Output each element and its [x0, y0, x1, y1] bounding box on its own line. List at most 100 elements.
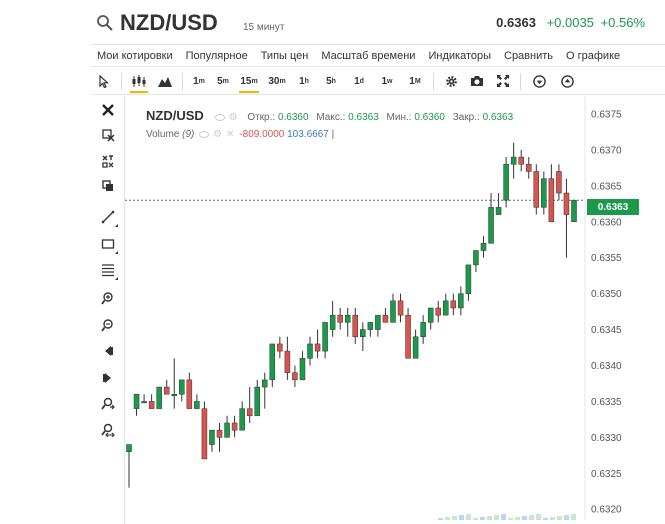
volume-bars — [438, 514, 576, 520]
volume-bar — [550, 517, 555, 520]
candle-body — [525, 164, 532, 172]
candle-body — [435, 307, 441, 316]
candle-body — [329, 314, 336, 330]
volume-positive-value: 103.6667 — [287, 129, 329, 140]
price-tick-label: 0.6365 — [591, 181, 622, 192]
close-icon[interactable]: ✕ — [226, 129, 234, 140]
candle-body — [450, 300, 457, 309]
candle-body — [322, 322, 328, 352]
candle-body — [201, 408, 208, 460]
candle-body — [179, 379, 185, 395]
candle-body — [352, 314, 359, 337]
volume-bar — [529, 515, 534, 520]
candle-body — [518, 156, 524, 165]
legend-high-value: 0.6363 — [348, 112, 379, 123]
candle-body — [405, 314, 411, 359]
candle-body — [156, 386, 162, 409]
candle-body — [510, 156, 517, 165]
price-tick-label: 0.6370 — [591, 145, 622, 156]
candle-body — [563, 192, 570, 215]
gear-icon[interactable]: ⚙ — [229, 112, 238, 123]
candle-body — [375, 314, 381, 330]
candle-body — [186, 379, 193, 409]
candlestick-chart[interactable]: 0.6375 0.6370 0.6365 0.6360 0.6355 0.6350 0.63… — [0, 0, 665, 524]
volume-bar — [473, 518, 478, 520]
price-tick-label: 0.6350 — [591, 289, 622, 300]
candle-body — [480, 243, 487, 251]
volume-bar — [536, 514, 541, 520]
candle-body — [360, 329, 366, 337]
candle-body — [427, 307, 434, 323]
candle-body — [262, 379, 268, 388]
volume-bar — [459, 515, 464, 520]
price-tick-label: 0.6355 — [591, 253, 622, 264]
candle-body — [148, 401, 155, 409]
candle-body — [133, 393, 140, 409]
volume-bar — [501, 514, 506, 520]
eye-icon[interactable] — [214, 113, 225, 121]
candle-body — [443, 300, 449, 316]
legend-open-label: Откр.: — [247, 112, 276, 123]
volume-negative-value: -809.0000 — [239, 129, 285, 140]
volume-bar — [571, 514, 576, 520]
legend-high-label: Макс.: — [316, 112, 346, 123]
candle-body — [367, 322, 374, 330]
legend-low-value: 0.6360 — [414, 112, 445, 123]
volume-bar — [466, 514, 471, 520]
candle-body — [412, 336, 419, 359]
volume-bar — [438, 518, 443, 520]
price-tick-label: 0.6330 — [591, 433, 622, 444]
candle-body — [488, 207, 494, 244]
volume-bar — [557, 516, 562, 520]
candle-body — [246, 408, 253, 417]
volume-separator: | — [331, 129, 335, 140]
candle-body — [209, 429, 215, 445]
candle-body — [171, 393, 178, 396]
gear-icon[interactable]: ⚙ — [213, 129, 222, 140]
eye-icon[interactable] — [199, 130, 210, 138]
volume-bar — [543, 518, 548, 520]
candle-body — [571, 199, 577, 223]
candle-body — [541, 178, 547, 208]
volume-bar — [480, 517, 485, 520]
candle-body — [495, 207, 502, 215]
current-price-label: 0.6363 — [587, 199, 639, 215]
legend-low-label: Мин.: — [386, 112, 412, 123]
legend-close-value: 0.6363 — [482, 112, 514, 123]
volume-bar — [522, 516, 527, 520]
volume-bar — [487, 516, 492, 520]
candle-body — [503, 164, 509, 201]
candle-body — [382, 314, 389, 323]
volume-bar — [564, 515, 569, 520]
volume-bar — [445, 517, 450, 520]
volume-bar — [515, 517, 520, 520]
candle-body — [292, 372, 298, 381]
legend-close-label: Закр.: — [452, 112, 480, 123]
candle-body — [458, 293, 464, 309]
price-tick-label: 0.6345 — [591, 325, 622, 336]
candle-body — [224, 422, 230, 438]
candle-body — [314, 343, 321, 352]
candle-body — [307, 343, 313, 359]
price-tick-label: 0.6375 — [591, 109, 622, 120]
candle-body — [473, 250, 479, 266]
price-tick-label: 0.6340 — [591, 361, 622, 372]
volume-bar — [452, 516, 457, 520]
price-tick-label: 0.6325 — [591, 469, 622, 480]
legend-open-value: 0.6360 — [277, 112, 309, 123]
volume-period: (9) — [182, 129, 195, 140]
candle-body — [390, 300, 396, 323]
volume-bar — [508, 518, 513, 520]
volume-bar — [494, 515, 499, 520]
candle-body — [141, 401, 147, 404]
candle-body — [533, 171, 540, 208]
candle-body — [231, 422, 238, 431]
ohlc-legend: NZD/USD ⚙ Откр.: 0.6360 Макс.: 0.6363 Ми… — [146, 108, 513, 123]
volume-legend: Volume (9) ⚙ ✕ -809.0000 103.6667 | — [146, 129, 334, 140]
candle-body — [465, 264, 472, 294]
price-axis: 0.6375 0.6370 0.6365 0.6360 0.6355 0.6350 0.63… — [591, 109, 622, 515]
candle-body — [254, 386, 260, 417]
price-tick-label: 0.6360 — [591, 217, 622, 228]
candle-body — [163, 386, 170, 395]
candle-body — [194, 401, 200, 409]
